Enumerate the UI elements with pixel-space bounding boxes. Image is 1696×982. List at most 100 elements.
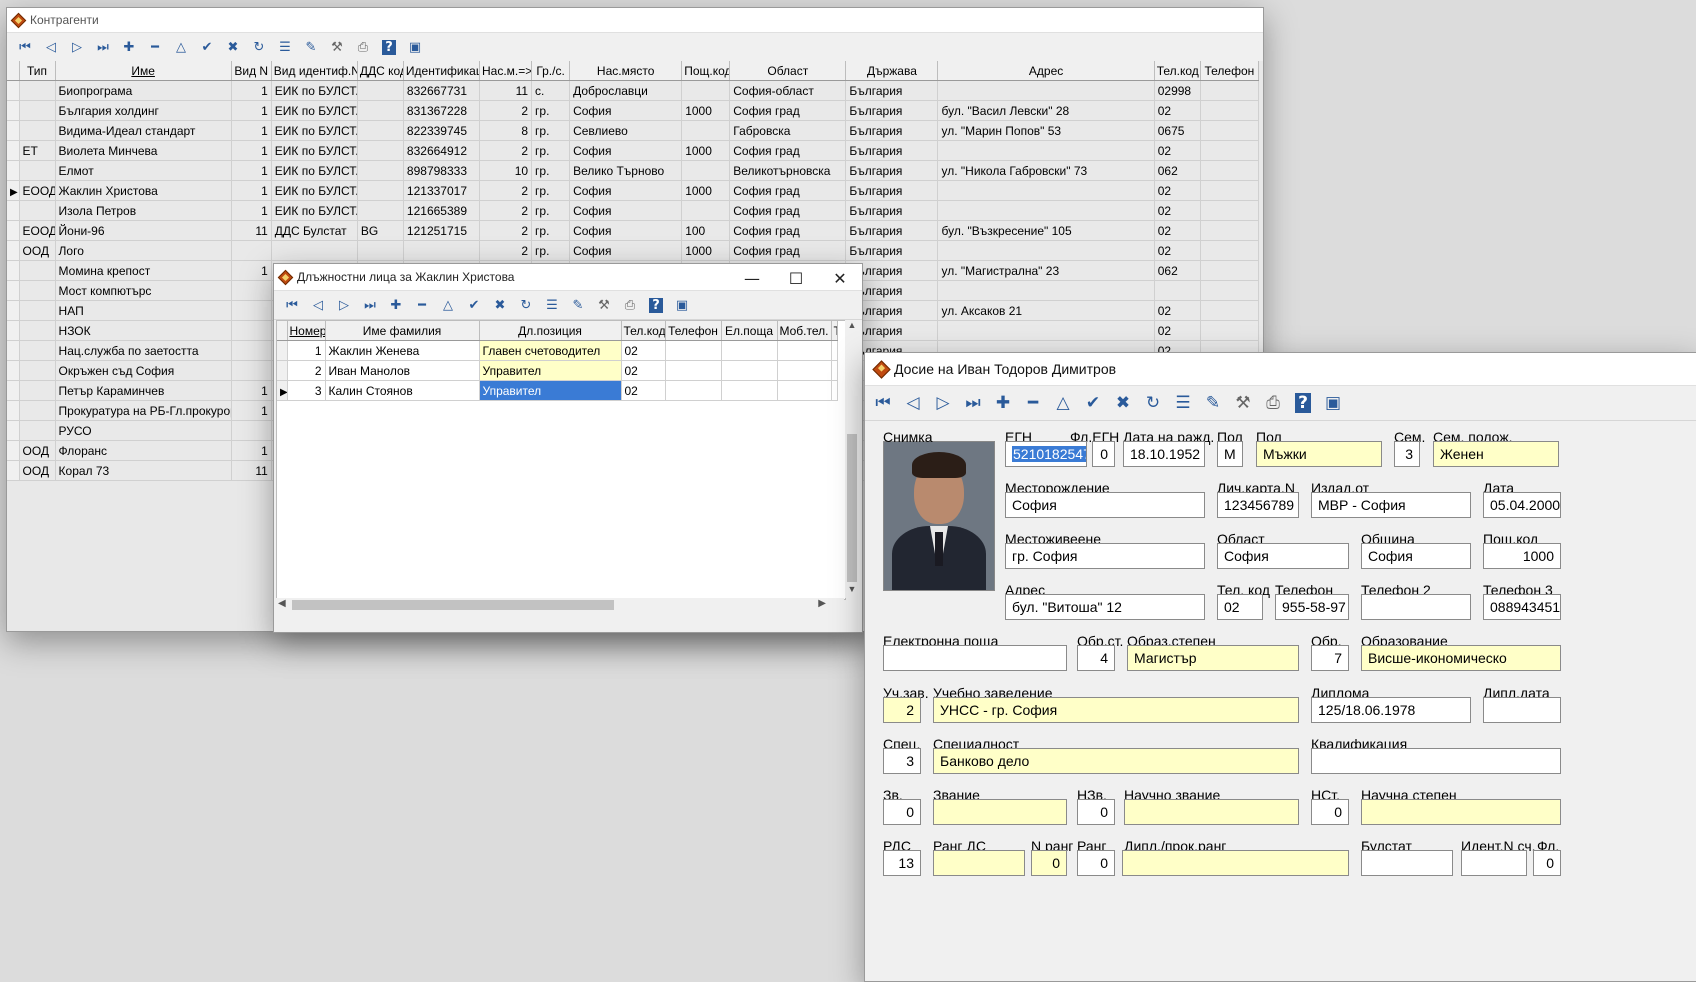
table-cell[interactable]: Виолета Минчева <box>55 140 232 161</box>
table-cell[interactable]: бул. "Васил Левски" 28 <box>937 100 1155 121</box>
table-cell[interactable]: 0675 <box>1154 120 1201 141</box>
table-row[interactable]: ЕООД Йони-96 11 ДДС Булстат BG 121251715 2 гр. С… <box>7 220 1260 241</box>
table-cell[interactable]: 831367228 <box>403 100 481 121</box>
post-button[interactable]: ✔ <box>464 295 484 315</box>
table-cell[interactable] <box>1154 280 1201 301</box>
table-cell[interactable]: 1 <box>231 260 272 281</box>
scroll-down-icon[interactable]: ▼ <box>845 584 859 598</box>
table-cell[interactable]: Габровска <box>729 120 847 141</box>
table-cell[interactable]: Видима-Идеал стандарт <box>55 120 232 141</box>
post-button[interactable]: ✔ <box>197 37 217 57</box>
table-cell[interactable] <box>1200 200 1260 221</box>
edu-degree-field[interactable]: Магистър <box>1127 645 1299 671</box>
table-cell[interactable]: Йони-96 <box>55 220 232 241</box>
prior-button[interactable]: ◁ <box>41 37 61 57</box>
date-field[interactable]: 05.04.2000 <box>1483 492 1561 518</box>
table-cell[interactable] <box>1200 220 1260 241</box>
table-cell[interactable]: Иван Манолов <box>325 360 480 381</box>
table-cell[interactable]: 1 <box>287 340 326 361</box>
id-card-field[interactable]: 123456789 <box>1217 492 1299 518</box>
table-cell[interactable] <box>19 80 56 101</box>
sci-rank-code-field[interactable]: 0 <box>1077 799 1115 825</box>
table-cell[interactable]: 1 <box>231 160 272 181</box>
scroll-up-icon[interactable]: ▲ <box>845 320 859 334</box>
table-cell[interactable]: София <box>569 200 683 221</box>
table-cell[interactable]: 02 <box>1154 100 1201 121</box>
table-cell[interactable]: ЕИК по БУЛСТА <box>271 80 358 101</box>
table-cell[interactable]: ООД <box>19 440 56 461</box>
table-cell[interactable]: гр. <box>531 100 571 121</box>
table-cell[interactable] <box>231 320 272 341</box>
table-cell[interactable] <box>19 280 56 301</box>
region-field[interactable]: София <box>1217 543 1349 569</box>
table-cell[interactable]: София <box>569 240 683 261</box>
table-cell[interactable] <box>357 120 404 141</box>
fl-field[interactable]: 0 <box>1533 850 1561 876</box>
maximize-button[interactable]: ☐ <box>774 264 818 292</box>
prior-button[interactable]: ◁ <box>308 295 328 315</box>
table-cell[interactable]: ЕИК по БУЛСТА <box>271 180 358 201</box>
table-cell[interactable]: Изола Петров <box>55 200 232 221</box>
table-cell[interactable]: ул. Аксаков 21 <box>937 300 1155 321</box>
table-cell[interactable]: 02 <box>1154 300 1201 321</box>
dipl-rank-field[interactable] <box>1122 850 1349 876</box>
education-field[interactable]: Висше-икономическо <box>1361 645 1561 671</box>
gender2-field[interactable]: Мъжки <box>1256 441 1382 467</box>
table-cell[interactable]: 1 <box>231 80 272 101</box>
birth-date-field[interactable]: 18.10.1952 <box>1123 441 1205 467</box>
address-field[interactable]: бул. "Витоша" 12 <box>1005 594 1205 620</box>
rds-field[interactable]: 13 <box>883 850 921 876</box>
table-cell[interactable]: София град <box>729 220 847 241</box>
table-cell[interactable] <box>357 100 404 121</box>
cancel-button[interactable]: ✖ <box>490 295 510 315</box>
table-cell[interactable]: гр. <box>531 220 571 241</box>
table-cell[interactable] <box>681 160 731 181</box>
table-cell[interactable] <box>777 340 832 361</box>
table-cell[interactable]: ООД <box>19 460 56 481</box>
table-cell[interactable]: 2 <box>479 200 533 221</box>
table-row[interactable]: Елмот 1 ЕИК по БУЛСТА 898798333 10 гр. Велико … <box>7 160 1260 181</box>
table-cell[interactable] <box>681 80 731 101</box>
table-cell[interactable] <box>231 240 272 261</box>
table-cell[interactable]: Лого <box>55 240 232 261</box>
officials-hscrollbar[interactable]: ◀ ▶ <box>276 598 844 612</box>
table-cell[interactable]: България <box>845 220 939 241</box>
table-cell[interactable] <box>357 80 404 101</box>
table-cell[interactable]: 832664912 <box>403 140 481 161</box>
table-cell[interactable]: София град <box>729 240 847 261</box>
table-cell[interactable] <box>19 420 56 441</box>
table-cell[interactable] <box>19 200 56 221</box>
table-cell[interactable]: 2 <box>479 100 533 121</box>
table-cell[interactable]: Жаклин Христова <box>55 180 232 201</box>
insert-button[interactable]: ✚ <box>386 295 406 315</box>
table-cell[interactable]: България <box>845 180 939 201</box>
table-cell[interactable]: Управител <box>479 360 622 381</box>
table-cell[interactable]: 11 <box>231 220 272 241</box>
table-cell[interactable] <box>937 200 1155 221</box>
table-cell[interactable] <box>19 380 56 401</box>
table-cell[interactable] <box>19 120 56 141</box>
table-cell[interactable]: 1000 <box>681 240 731 261</box>
refresh-button[interactable]: ↻ <box>516 295 536 315</box>
main-column-header[interactable]: Телефон <box>1200 61 1260 81</box>
table-cell[interactable] <box>1200 300 1260 321</box>
table-row[interactable]: ▶ 3 Калин Стоянов Управител 02 <box>277 380 838 401</box>
table-cell[interactable]: България <box>845 140 939 161</box>
table-cell[interactable]: Велико Търново <box>569 160 683 181</box>
print-button[interactable]: ⎙ <box>353 37 373 57</box>
table-cell[interactable]: България <box>845 160 939 181</box>
diploma-field[interactable]: 125/18.06.1978 <box>1311 697 1471 723</box>
table-cell[interactable]: 02 <box>1154 140 1201 161</box>
hscroll-thumb[interactable] <box>292 600 614 610</box>
table-cell[interactable] <box>231 420 272 441</box>
sci-deg-code-field[interactable]: 0 <box>1311 799 1349 825</box>
table-cell[interactable] <box>1200 180 1260 201</box>
school-code-field[interactable]: 2 <box>883 697 921 723</box>
main-column-header[interactable]: Област <box>729 61 847 81</box>
sci-rank-field[interactable] <box>1124 799 1299 825</box>
table-cell[interactable]: 02 <box>1154 240 1201 261</box>
table-cell[interactable]: 3 <box>287 380 326 401</box>
table-cell[interactable]: гр. <box>531 200 571 221</box>
table-cell[interactable] <box>665 380 722 401</box>
table-cell[interactable] <box>231 280 272 301</box>
